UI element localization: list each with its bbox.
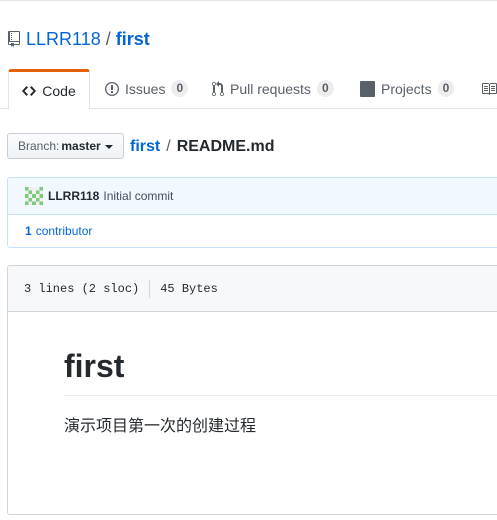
- tab-issues-label: Issues: [125, 80, 166, 97]
- tab-projects[interactable]: Projects 0: [360, 69, 455, 108]
- tab-pull-requests-label: Pull requests: [230, 80, 311, 97]
- caret-down-icon: [104, 144, 113, 149]
- readme-paragraph: 演示项目第一次的创建过程: [64, 416, 257, 435]
- repo-header: LLRR118 / first: [8, 28, 150, 50]
- tab-pull-requests[interactable]: Pull requests 0: [212, 69, 334, 108]
- readme-content: first 演示项目第一次的创建过程: [64, 346, 497, 436]
- repo-icon: [8, 31, 20, 47]
- commit-message-link[interactable]: Initial commit: [103, 189, 173, 203]
- tab-code-label: Code: [42, 82, 76, 99]
- git-pull-request-icon: [212, 80, 224, 97]
- branch-value: master: [61, 139, 101, 153]
- repo-name-link[interactable]: first: [116, 29, 150, 50]
- book-icon: [481, 81, 497, 97]
- commit-tease-box: LLRR118 Initial commit 1 contributor: [7, 177, 497, 248]
- repo-owner-link[interactable]: LLRR118: [26, 29, 101, 50]
- file-view-box: 3 lines (2 sloc) 45 Bytes first 演示项目第一次的…: [7, 265, 497, 515]
- breadcrumb-separator: /: [166, 138, 171, 155]
- contributors-row[interactable]: 1 contributor: [8, 214, 497, 247]
- contributors-label[interactable]: contributor: [36, 224, 93, 238]
- project-icon: [360, 80, 375, 97]
- issues-count-badge: 0: [171, 80, 189, 97]
- top-border: [0, 0, 497, 1]
- pull-requests-count-badge: 0: [316, 80, 334, 97]
- projects-count-badge: 0: [437, 80, 455, 97]
- commit-author-link[interactable]: LLRR118: [48, 189, 99, 203]
- repo-nav-tabs: Code Issues 0 Pull requests 0 Projects 0: [0, 69, 497, 110]
- file-info-header: 3 lines (2 sloc) 45 Bytes: [8, 266, 497, 312]
- latest-commit-row: LLRR118 Initial commit: [8, 178, 497, 215]
- issue-opened-icon: [105, 81, 119, 97]
- file-info-divider: [149, 279, 151, 298]
- avatar[interactable]: [25, 187, 43, 205]
- file-size: 45 Bytes: [160, 281, 218, 296]
- tab-projects-label: Projects: [381, 80, 432, 97]
- file-breadcrumb: first / README.md: [130, 136, 274, 158]
- breadcrumb-file-name: README.md: [176, 138, 275, 155]
- code-icon: [22, 83, 37, 99]
- breadcrumb-repo-link[interactable]: first: [130, 138, 160, 156]
- branch-select-button[interactable]: Branch: master: [7, 133, 124, 159]
- contributors-count[interactable]: 1: [25, 224, 32, 238]
- branch-label: Branch:: [18, 139, 60, 153]
- tab-wiki[interactable]: [481, 69, 497, 108]
- tab-code[interactable]: Code: [8, 69, 90, 110]
- file-line-count: 3 lines (2 sloc): [24, 281, 140, 296]
- readme-heading: first: [64, 346, 497, 396]
- repo-path-separator: /: [105, 28, 111, 49]
- tab-issues[interactable]: Issues 0: [105, 69, 189, 108]
